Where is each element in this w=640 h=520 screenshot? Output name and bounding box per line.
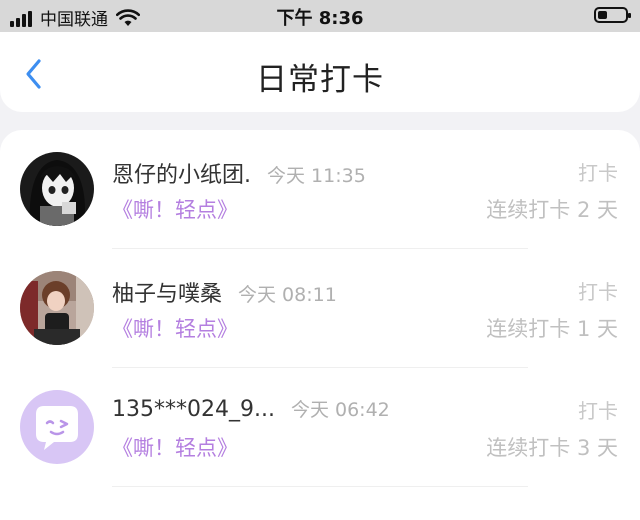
divider — [112, 486, 528, 487]
nav-bar: 日常打卡 — [0, 32, 640, 112]
checkin-label: 打卡 — [578, 161, 618, 185]
battery-icon — [594, 7, 631, 23]
name-line: 恩仔的小纸团. 今天 11:35 — [112, 157, 366, 189]
checkin-label: 打卡 — [578, 280, 618, 304]
photo-avatar-image — [20, 271, 94, 345]
avatar[interactable] — [20, 152, 94, 226]
battery-level — [598, 11, 607, 19]
streak-text: 连续打卡 2 天 — [486, 198, 618, 222]
book-title-link[interactable]: 《嘶！轻点》 — [112, 313, 238, 343]
list-item[interactable]: 135***024_9... 今天 06:42 《嘶！轻点》 打卡 连续打卡 3… — [0, 368, 640, 487]
chat-bubble-icon — [20, 390, 94, 464]
list-item[interactable]: 柚子与噗桑 今天 08:11 《嘶！轻点》 打卡 连续打卡 1 天 — [0, 249, 640, 368]
book-title-link[interactable]: 《嘶！轻点》 — [112, 194, 238, 224]
timestamp: 今天 06:42 — [290, 399, 390, 421]
username[interactable]: 135***024_9... — [112, 397, 275, 422]
page-title: 日常打卡 — [256, 62, 384, 98]
streak-text: 连续打卡 1 天 — [486, 317, 618, 341]
timestamp: 今天 11:35 — [267, 165, 366, 187]
avatar[interactable] — [20, 271, 94, 345]
status-time: 下午 8:36 — [276, 8, 364, 29]
name-line: 柚子与噗桑 今天 08:11 — [112, 276, 337, 308]
anime-avatar-image — [20, 152, 94, 226]
avatar[interactable] — [20, 390, 94, 464]
list-item[interactable]: 恩仔的小纸团. 今天 11:35 《嘶！轻点》 打卡 连续打卡 2 天 — [0, 130, 640, 249]
name-line: 135***024_9... 今天 06:42 — [112, 395, 390, 422]
timestamp: 今天 08:11 — [238, 284, 337, 306]
username[interactable]: 柚子与噗桑 — [112, 276, 222, 308]
book-title-link[interactable]: 《嘶！轻点》 — [112, 432, 238, 462]
checkin-list: 恩仔的小纸团. 今天 11:35 《嘶！轻点》 打卡 连续打卡 2 天 柚子与噗… — [0, 130, 640, 520]
status-bar: 中国联通 下午 8:36 — [0, 0, 640, 32]
checkin-label: 打卡 — [578, 399, 618, 423]
streak-text: 连续打卡 3 天 — [486, 436, 618, 460]
username[interactable]: 恩仔的小纸团. — [112, 157, 251, 189]
